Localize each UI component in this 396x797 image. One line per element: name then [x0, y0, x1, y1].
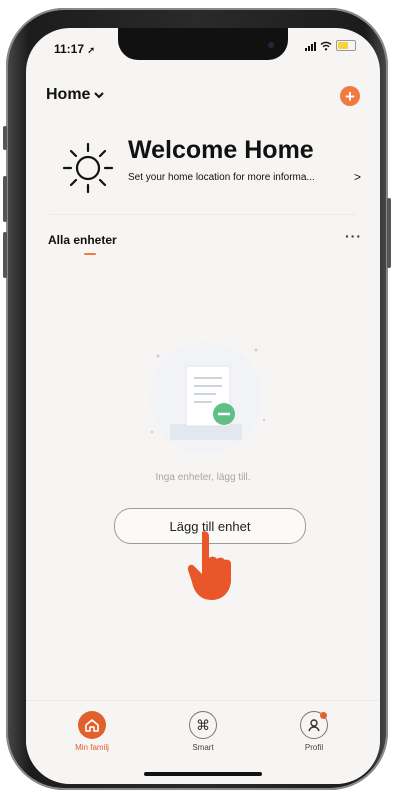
phone-side-button [3, 232, 7, 278]
tab-min-familj[interactable]: Min familj [52, 711, 132, 752]
notification-dot [320, 712, 327, 719]
more-options-icon[interactable]: ··· [345, 228, 362, 244]
home-selector-label: Home [46, 86, 91, 103]
wifi-icon [320, 41, 332, 50]
tab-smart[interactable]: ⌘ Smart [163, 711, 243, 752]
sun-icon [62, 142, 114, 194]
phone-side-button [3, 176, 7, 222]
home-indicator [144, 772, 262, 776]
home-selector[interactable]: Home [46, 86, 105, 104]
empty-state-message: Inga enheter, lägg till. [155, 472, 251, 483]
welcome-subtitle: Set your home location for more informa.… [128, 172, 315, 183]
tab-label: Smart [192, 743, 214, 752]
battery-icon [336, 40, 356, 51]
signal-icon [305, 41, 316, 51]
add-button[interactable]: + [340, 86, 360, 106]
welcome-title: Welcome Home [128, 136, 314, 164]
phone-side-button [387, 198, 391, 268]
location-icon: ➚ [87, 45, 95, 55]
tab-label: Profil [304, 743, 324, 752]
tab-profil[interactable]: Profil [274, 711, 354, 752]
plus-icon: + [345, 86, 355, 106]
command-icon: ⌘ [189, 711, 217, 739]
tab-all-devices[interactable]: Alla enheter [48, 233, 117, 247]
tab-active-indicator [84, 253, 96, 255]
tab-label: Min familj [75, 743, 109, 752]
welcome-card[interactable]: Welcome Home Set your home location for … [50, 134, 362, 204]
front-camera [268, 42, 274, 48]
profile-icon [300, 711, 328, 739]
empty-devices-illustration [150, 342, 266, 454]
chevron-down-icon [94, 92, 105, 99]
status-indicators [305, 40, 356, 51]
status-time: 11:17 ➚ [54, 42, 95, 56]
divider [50, 214, 356, 215]
phone-frame: 11:17 ➚ Home + Welcome Home Set your hom… [3, 8, 391, 790]
chevron-right-icon: > [354, 170, 362, 184]
phone-side-button [3, 126, 7, 150]
pointing-hand-icon [187, 531, 231, 600]
home-icon [78, 711, 106, 739]
notch [118, 28, 288, 60]
screen: 11:17 ➚ Home + Welcome Home Set your hom… [26, 28, 380, 784]
